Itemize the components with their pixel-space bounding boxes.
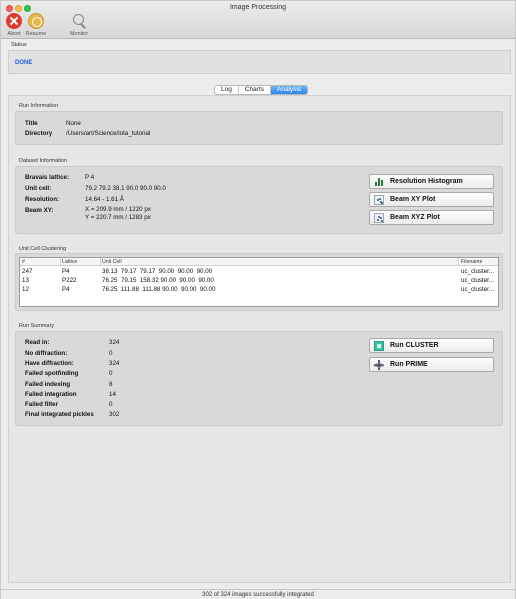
tab-analysis[interactable]: Analysis bbox=[271, 86, 308, 94]
run-summary-section-label: Run Summary bbox=[19, 323, 55, 329]
column-header-unit-cell[interactable]: Unit Cell bbox=[102, 259, 122, 265]
row-count: 247 bbox=[22, 267, 33, 275]
summary-value: 0 bbox=[109, 350, 113, 357]
row-unit-cell: 76.25 79.15 158.32 90.00 90.00 90.00 bbox=[102, 276, 214, 284]
abort-icon bbox=[6, 13, 22, 29]
clustering-section-label: Unit Cell Clustering bbox=[19, 246, 67, 252]
bravais-value: P 4 bbox=[85, 174, 95, 181]
run-cluster-label: Run CLUSTER bbox=[390, 342, 439, 349]
resolution-value: 14.64 - 1.61 Å bbox=[85, 196, 124, 203]
table-row[interactable]: 12 P4 76.25 111.88 111.88 90.00 90.00 90… bbox=[20, 285, 498, 293]
resume-label: Resume bbox=[25, 31, 47, 37]
summary-key: Failed indexing bbox=[25, 381, 71, 388]
unit-cell-value: 79.2 79.2 38.1 90.0 90.0 90.0 bbox=[85, 185, 166, 192]
row-unit-cell: 76.25 111.88 111.88 90.00 90.00 90.00 bbox=[102, 285, 216, 293]
summary-key: Failed spotfinding bbox=[25, 370, 79, 377]
app-window: Image Processing Abort Resume Monitor St… bbox=[0, 0, 516, 599]
row-count: 13 bbox=[22, 276, 29, 284]
summary-value: 302 bbox=[109, 411, 120, 418]
summary-key: Final integrated pickles bbox=[25, 411, 94, 418]
run-prime-button[interactable]: Run PRIME bbox=[369, 357, 494, 372]
status-bar: 302 of 324 images successfully integrate… bbox=[1, 589, 515, 599]
run-prime-label: Run PRIME bbox=[390, 361, 428, 368]
row-unit-cell: 38.13 79.17 79.17 90.00 90.00 90.00 bbox=[102, 267, 213, 275]
resolution-key: Resolution: bbox=[25, 196, 60, 203]
run-info-box bbox=[15, 111, 503, 145]
summary-value: 14 bbox=[109, 391, 116, 398]
title-value: None bbox=[66, 120, 81, 127]
beam-xy-plot-label: Beam XY Plot bbox=[390, 196, 436, 203]
monitor-label: Monitor bbox=[69, 31, 89, 37]
table-row[interactable]: 13 P222 76.25 79.15 158.32 90.00 90.00 9… bbox=[20, 276, 498, 284]
row-count: 12 bbox=[22, 285, 29, 293]
row-lattice: P4 bbox=[62, 285, 70, 293]
summary-key: No diffraction: bbox=[25, 350, 68, 357]
row-lattice: P4 bbox=[62, 267, 70, 275]
row-filename: uc_cluster... bbox=[461, 267, 495, 275]
tab-charts[interactable]: Charts bbox=[239, 86, 272, 94]
summary-value: 0 bbox=[109, 370, 113, 377]
summary-value: 8 bbox=[109, 381, 113, 388]
resolution-histogram-label: Resolution Histogram bbox=[390, 178, 463, 185]
summary-value: 0 bbox=[109, 401, 113, 408]
unit-cell-key: Unit cell: bbox=[25, 185, 52, 192]
cluster-icon bbox=[374, 340, 384, 351]
column-header-lattice[interactable]: Lattice bbox=[62, 259, 77, 265]
summary-key: Have diffraction: bbox=[25, 360, 74, 367]
run-info-section-label: Run Information bbox=[19, 103, 59, 109]
summary-value: 324 bbox=[109, 339, 120, 346]
row-lattice: P222 bbox=[62, 276, 77, 284]
table-row[interactable]: 247 P4 38.13 79.17 79.17 90.00 90.00 90.… bbox=[20, 267, 498, 275]
tab-log[interactable]: Log bbox=[215, 86, 239, 94]
scatter-plot-icon bbox=[374, 194, 384, 205]
window-title: Image Processing bbox=[229, 4, 287, 11]
beam-x-value: X = 209.9 mm / 1220 px bbox=[85, 206, 151, 213]
dataset-info-section-label: Dataset Information bbox=[19, 158, 67, 164]
prime-icon bbox=[374, 359, 384, 370]
histogram-icon bbox=[374, 177, 384, 187]
scatter-3d-icon bbox=[374, 212, 384, 223]
column-header-count[interactable]: # bbox=[22, 259, 25, 265]
resolution-histogram-button[interactable]: Resolution Histogram bbox=[369, 174, 494, 189]
beam-xy-plot-button[interactable]: Beam XY Plot bbox=[369, 192, 494, 207]
directory-key: Directory bbox=[25, 130, 53, 137]
title-key: Title bbox=[25, 120, 38, 127]
directory-value: /Users/art/Science/iota_tutorial bbox=[66, 130, 151, 137]
run-cluster-button[interactable]: Run CLUSTER bbox=[369, 338, 494, 353]
monitor-button[interactable]: Monitor bbox=[66, 13, 92, 37]
summary-key: Read in: bbox=[25, 339, 50, 346]
bravais-key: Bravais lattice: bbox=[25, 174, 70, 181]
status-value: DONE bbox=[15, 60, 33, 66]
resume-icon bbox=[28, 13, 44, 29]
beam-y-value: Y = 220.7 mm / 1283 px bbox=[85, 214, 151, 221]
title-bar: Image Processing Abort Resume Monitor bbox=[1, 1, 515, 39]
beam-xyz-plot-label: Beam XYZ Plot bbox=[390, 214, 440, 221]
status-section-label: Status bbox=[11, 42, 27, 48]
resume-button[interactable]: Resume bbox=[23, 13, 49, 37]
column-header-filename[interactable]: Filename bbox=[461, 259, 482, 265]
summary-key: Failed filter bbox=[25, 401, 59, 408]
clustering-table[interactable]: # Lattice Unit Cell Filename 247 P4 38.1… bbox=[19, 257, 499, 307]
row-filename: uc_cluster... bbox=[461, 276, 495, 284]
magnifier-icon bbox=[71, 13, 87, 29]
row-filename: uc_cluster... bbox=[461, 285, 495, 293]
beam-xyz-plot-button[interactable]: Beam XYZ Plot bbox=[369, 210, 494, 225]
beam-xy-key: Beam XY: bbox=[25, 207, 54, 214]
summary-key: Failed integration bbox=[25, 391, 77, 398]
summary-value: 324 bbox=[109, 360, 120, 367]
status-panel bbox=[8, 50, 511, 74]
table-header: # Lattice Unit Cell Filename bbox=[20, 258, 498, 266]
view-tabs: Log Charts Analysis bbox=[214, 85, 309, 95]
